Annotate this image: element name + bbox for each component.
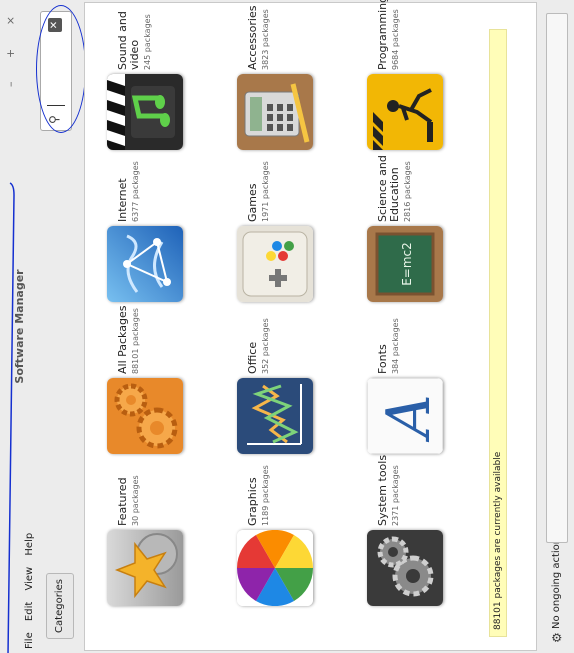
annotation-line	[7, 182, 15, 653]
software-manager-window: File Edit View Help Software Manager – +…	[0, 0, 574, 653]
